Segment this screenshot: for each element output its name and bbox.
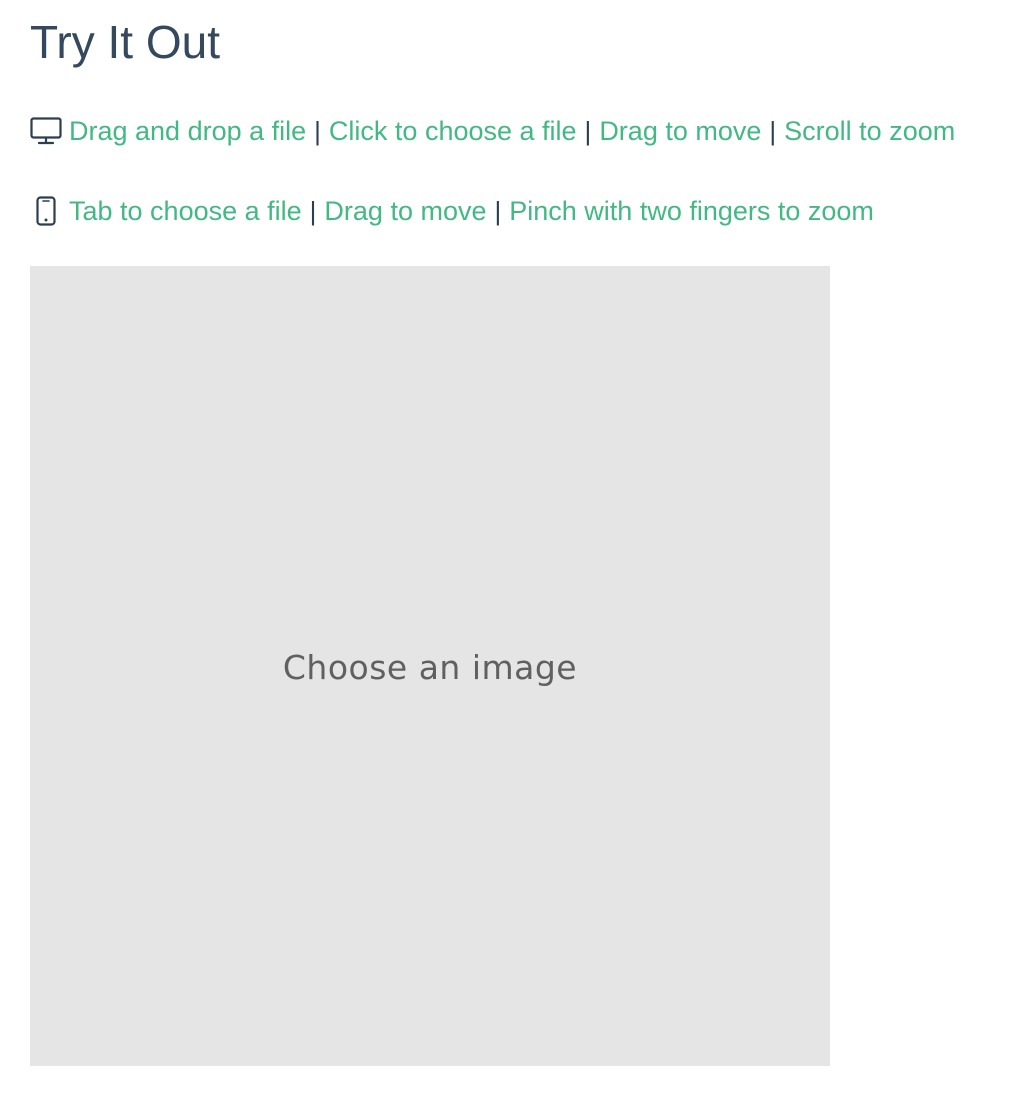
mobile-phone-icon: [30, 196, 62, 226]
hint-separator: |: [314, 115, 321, 146]
hint-drag-to-move-mobile[interactable]: Drag to move: [324, 196, 486, 227]
hint-pinch-to-zoom[interactable]: Pinch with two fingers to zoom: [509, 196, 874, 227]
hint-separator: |: [309, 195, 317, 226]
hint-click-to-choose[interactable]: Click to choose a file: [329, 116, 577, 147]
hint-drag-to-move[interactable]: Drag to move: [599, 116, 761, 147]
hint-separator: |: [584, 115, 592, 146]
hint-tab-to-choose[interactable]: Tab to choose a file: [69, 196, 302, 227]
mobile-hints: Tab to choose a file | Drag to move | Pi…: [30, 193, 874, 229]
hint-drag-and-drop[interactable]: Drag and drop a file: [69, 116, 306, 147]
choose-image-placeholder: Choose an image: [282, 647, 578, 687]
desktop-monitor-icon: [30, 117, 62, 145]
image-cropper-canvas[interactable]: Choose an image: [30, 266, 830, 1066]
hint-scroll-to-zoom[interactable]: Scroll to zoom: [784, 116, 955, 147]
desktop-hints: Drag and drop a file | Click to choose a…: [30, 113, 955, 149]
page-title: Try It Out: [30, 16, 220, 68]
hint-separator: |: [494, 195, 502, 226]
hint-separator: |: [769, 115, 777, 146]
